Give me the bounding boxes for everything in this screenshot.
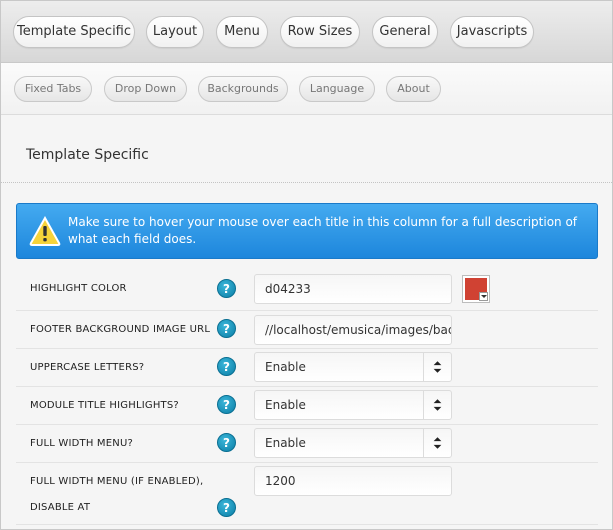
field-label: FOOTER BACKGROUND IMAGE URL [30,324,211,335]
select-value: Enable [265,398,306,412]
select-value: Enable [265,436,306,450]
warning-icon [29,216,61,246]
color-swatch-fill [465,278,488,301]
full-width-menu-select[interactable]: Enable [254,428,452,458]
field-label: MODULE TITLE HIGHLIGHTS? [30,400,179,411]
select-arrows-icon [423,391,442,419]
field-row-footer-bg-url: FOOTER BACKGROUND IMAGE URL ? //localhos… [16,311,598,349]
field-row-full-width-menu: FULL WIDTH MENU? ? Enable [16,425,598,463]
field-row-disable-at: FULL WIDTH MENU (IF ENABLED), DISABLE AT… [16,463,598,525]
help-icon[interactable]: ? [217,319,236,338]
field-label: FULL WIDTH MENU (IF ENABLED), DISABLE AT [30,476,204,513]
field-row-highlight-color: HIGHLIGHT COLOR ? d04233 [16,267,598,311]
tab-menu[interactable]: Menu [216,16,268,48]
field-label: FULL WIDTH MENU? [30,438,133,449]
field-label: HIGHLIGHT COLOR [30,283,127,294]
section-divider [1,182,612,183]
select-arrows-icon [423,353,442,381]
help-icon[interactable]: ? [217,279,236,298]
help-icon[interactable]: ? [217,357,236,376]
help-icon[interactable]: ? [217,433,236,452]
color-swatch[interactable] [462,275,490,303]
tab-javascripts[interactable]: Javascripts [450,16,534,48]
subtab-fixed-tabs[interactable]: Fixed Tabs [14,76,92,102]
secondary-tab-bar: Fixed Tabs Drop Down Backgrounds Languag… [1,63,612,115]
page-title: Template Specific [26,147,149,163]
help-icon[interactable]: ? [217,395,236,414]
primary-tab-bar: Template Specific Layout Menu Row Sizes … [1,1,612,63]
highlight-color-input[interactable]: d04233 [254,274,452,304]
field-row-module-title: MODULE TITLE HIGHLIGHTS? ? Enable [16,387,598,425]
footer-bg-url-input[interactable]: //localhost/emusica/images/backgr [254,315,452,345]
subtab-drop-down[interactable]: Drop Down [104,76,187,102]
subtab-backgrounds[interactable]: Backgrounds [198,76,288,102]
subtab-language[interactable]: Language [299,76,375,102]
field-row-uppercase: UPPERCASE LETTERS? ? Enable [16,349,598,387]
select-value: Enable [265,360,306,374]
alert-message: Make sure to hover your mouse over each … [68,215,578,246]
info-alert: Make sure to hover your mouse over each … [16,203,598,259]
tab-general[interactable]: General [372,16,438,48]
help-icon[interactable]: ? [217,498,236,517]
module-title-select[interactable]: Enable [254,390,452,420]
tab-layout[interactable]: Layout [146,16,204,48]
uppercase-select[interactable]: Enable [254,352,452,382]
select-arrows-icon [423,429,442,457]
tab-row-sizes[interactable]: Row Sizes [280,16,360,48]
tab-template-specific[interactable]: Template Specific [13,16,135,48]
disable-at-input[interactable]: 1200 [254,466,452,496]
field-label: UPPERCASE LETTERS? [30,362,145,373]
chevron-down-icon [479,292,488,301]
subtab-about[interactable]: About [386,76,441,102]
